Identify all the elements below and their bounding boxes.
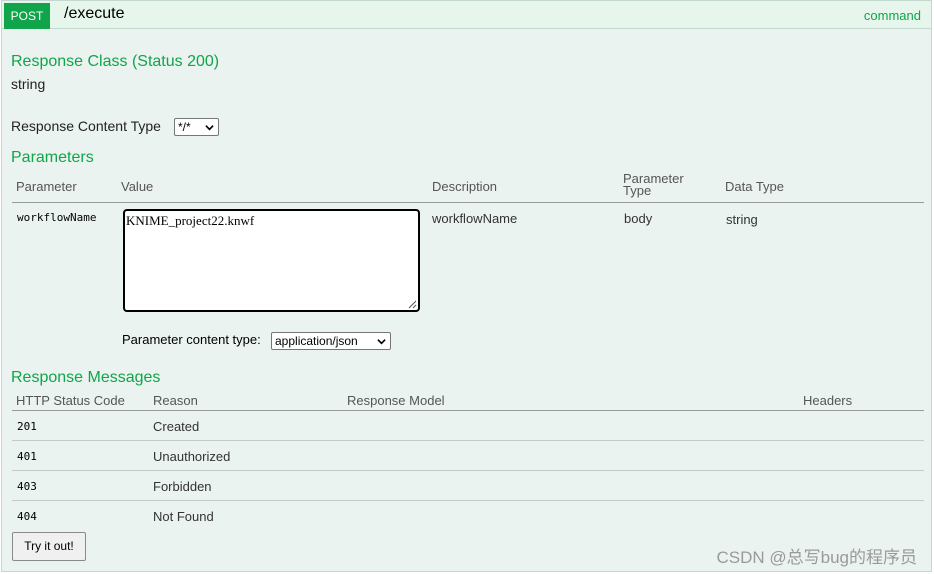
param-content-type-value: application/json — [275, 334, 358, 348]
param-type: body — [624, 211, 653, 226]
operation-header[interactable]: POST /execute command — [2, 1, 931, 29]
endpoint-path[interactable]: /execute — [64, 5, 124, 23]
chevron-down-icon — [205, 125, 214, 131]
col-data-type: Data Type — [725, 179, 785, 194]
param-content-type-select[interactable]: application/json — [271, 332, 391, 350]
col-parameter-type: Parameter Type — [623, 172, 684, 198]
param-name: workflowName — [17, 211, 97, 224]
row-divider — [12, 470, 924, 471]
response-class-heading: Response Class (Status 200) — [11, 53, 220, 70]
col-description: Description — [432, 179, 498, 194]
param-data-type: string — [726, 212, 758, 227]
try-it-out-button[interactable]: Try it out! — [12, 532, 86, 561]
col-response-model: Response Model — [347, 393, 445, 408]
chevron-down-icon — [377, 339, 386, 345]
col-parameter-type-line2: Type — [623, 183, 652, 198]
status-code: 401 — [17, 450, 37, 463]
col-headers: Headers — [803, 393, 853, 408]
status-reason: Unauthorized — [153, 449, 231, 464]
col-http-status-code: HTTP Status Code — [16, 393, 125, 408]
col-value: Value — [121, 179, 154, 194]
param-content-type-label: Parameter content type: — [122, 332, 261, 347]
col-reason: Reason — [153, 393, 198, 408]
operation-summary[interactable]: command — [864, 8, 921, 23]
watermark: CSDN @总写bug的程序员 — [716, 548, 917, 567]
response-content-type-label: Response Content Type — [11, 118, 161, 134]
resize-handle-icon[interactable] — [407, 299, 417, 309]
col-parameter: Parameter — [16, 179, 77, 194]
response-messages-heading: Response Messages — [11, 369, 161, 386]
status-code: 201 — [17, 420, 37, 433]
status-code: 403 — [17, 480, 37, 493]
status-reason: Not Found — [153, 509, 214, 524]
parameters-header-rule — [12, 202, 924, 203]
status-reason: Forbidden — [153, 479, 212, 494]
param-description: workflowName — [432, 211, 518, 226]
param-value-text: KNIME_project22.knwf — [126, 213, 255, 228]
response-messages-header-rule — [12, 410, 924, 411]
response-content-type-select[interactable]: */* — [174, 118, 219, 136]
row-divider — [12, 500, 924, 501]
operation-panel: POST /execute command Response Class (St… — [1, 0, 932, 572]
param-value-textarea[interactable]: KNIME_project22.knwf — [123, 209, 420, 312]
status-reason: Created — [153, 419, 200, 434]
http-method-badge[interactable]: POST — [4, 3, 50, 29]
response-content-type-value: */* — [178, 120, 191, 134]
row-divider — [12, 440, 924, 441]
status-code: 404 — [17, 510, 37, 523]
response-class-type: string — [11, 76, 46, 92]
parameters-heading: Parameters — [11, 149, 94, 166]
